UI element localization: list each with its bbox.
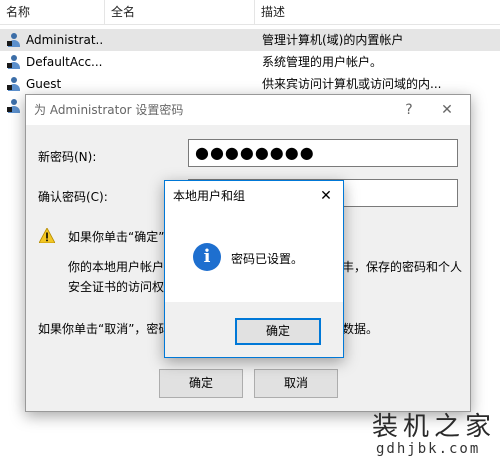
- message-box-dialog: 本地用户和组 ✕ i 密码已设置。 确定: [164, 180, 344, 358]
- ok-button[interactable]: 确定: [159, 369, 243, 398]
- warning-text: 如果你单击“确定”: [68, 230, 165, 244]
- watermark-logo-text: 装机之家: [372, 412, 497, 442]
- row-description: 系统管理的用户帐户。: [262, 55, 383, 69]
- info-text-line1: 你的本地用户帐户: [68, 260, 165, 274]
- row-description: 供来宾访问计算机或访问域的内...: [262, 77, 442, 91]
- user-account-icon: [7, 99, 21, 113]
- info-text-line2: 安全证书的访问权: [68, 280, 165, 294]
- user-account-icon: [7, 77, 21, 91]
- new-password-field[interactable]: ●●●●●●●●: [188, 139, 458, 167]
- row-description: 管理计算机(域)的内置帐户: [262, 33, 404, 47]
- row-name: DefaultAcc...: [26, 55, 103, 69]
- list-row-administrator[interactable]: Administrat... 管理计算机(域)的内置帐户: [0, 29, 500, 51]
- info-text-line1-tail: 丰，保存的密码和个人: [342, 260, 463, 274]
- list-header: 名称 全名 描述: [0, 0, 500, 25]
- message-box-title: 本地用户和组: [173, 189, 246, 203]
- confirm-password-label: 确认密码(C):: [38, 190, 108, 204]
- column-header-description[interactable]: 描述: [255, 0, 285, 24]
- list-row-guest[interactable]: Guest 供来宾访问计算机或访问域的内...: [0, 73, 500, 95]
- dialog-title: 为 Administrator 设置密码: [34, 103, 184, 117]
- user-account-icon: [7, 33, 21, 47]
- column-header-fullname[interactable]: 全名: [105, 0, 135, 24]
- cancel-button[interactable]: 取消: [254, 369, 338, 398]
- row-name: Administrat...: [26, 33, 104, 47]
- user-account-icon: [7, 55, 21, 69]
- info-icon: i: [193, 243, 221, 271]
- watermark-url: gdhjbk.com: [376, 441, 481, 457]
- close-button[interactable]: ✕: [309, 181, 343, 211]
- help-button[interactable]: ?: [394, 95, 424, 125]
- close-button[interactable]: ✕: [424, 95, 470, 125]
- dialog-titlebar: 为 Administrator 设置密码 ? ✕: [26, 95, 470, 125]
- cancel-note-tail: 数据。: [342, 322, 379, 336]
- warning-icon: [39, 228, 55, 243]
- cancel-note-text: 如果你单击“取消”，密码: [38, 322, 171, 336]
- column-header-name[interactable]: 名称: [0, 0, 30, 24]
- message-text: 密码已设置。: [231, 252, 304, 266]
- message-box-titlebar: 本地用户和组 ✕: [165, 181, 343, 211]
- row-name: Guest: [26, 77, 62, 91]
- new-password-label: 新密码(N):: [38, 150, 97, 164]
- list-row-defaultaccount[interactable]: DefaultAcc... 系统管理的用户帐户。: [0, 51, 500, 73]
- ok-button[interactable]: 确定: [235, 318, 321, 345]
